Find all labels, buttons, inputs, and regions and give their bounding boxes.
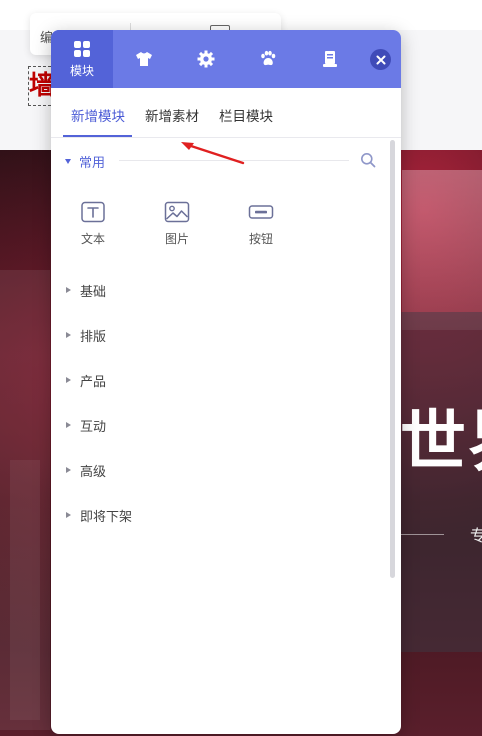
building-pediment: [402, 170, 482, 330]
tool-button-label: 按钮: [248, 232, 273, 246]
category-basic-label: 基础: [80, 284, 107, 300]
tab-effects[interactable]: [237, 30, 299, 88]
panel-scrollbar[interactable]: [390, 140, 395, 578]
category-deprecated[interactable]: 即将下架: [66, 505, 132, 525]
category-advanced-label: 高级: [80, 464, 107, 480]
text-icon: [81, 201, 105, 223]
tool-text-label: 文本: [80, 232, 105, 246]
hero-title: 世界: [400, 403, 482, 480]
image-icon: [164, 201, 190, 223]
tab-settings[interactable]: [175, 30, 237, 88]
tool-button[interactable]: 按钮: [236, 201, 286, 247]
category-layout[interactable]: 排版: [66, 325, 106, 345]
caret-right-icon: [66, 512, 71, 518]
category-layout-label: 排版: [80, 329, 107, 345]
category-common-label: 常用: [79, 155, 106, 171]
tab-modules[interactable]: 模块: [51, 30, 113, 88]
annotation-arrow-icon: [181, 142, 245, 165]
panel-header: 模块: [51, 30, 401, 88]
category-interactive[interactable]: 互动: [66, 415, 106, 435]
close-button[interactable]: [370, 49, 391, 70]
caret-right-icon: [66, 377, 71, 383]
active-subtab-indicator: [63, 135, 132, 137]
category-deprecated-label: 即将下架: [80, 509, 133, 525]
category-advanced[interactable]: 高级: [66, 460, 106, 480]
tool-image[interactable]: 图片: [152, 201, 202, 247]
caret-right-icon: [66, 467, 71, 473]
shirt-icon: [136, 52, 152, 66]
building-window: [10, 460, 40, 720]
caret-right-icon: [66, 287, 71, 293]
button-icon: [248, 205, 274, 219]
category-common-header[interactable]: 常用: [65, 151, 105, 171]
category-product-label: 产品: [80, 374, 107, 390]
module-panel: 模块 新增模块 新增素材 栏目模块 常用 文本 图片 按钮 基础 排版 产品 互…: [51, 30, 401, 734]
category-basic[interactable]: 基础: [66, 280, 106, 300]
book-icon: [323, 51, 337, 67]
paw-icon: [261, 50, 276, 66]
gear-icon: [197, 50, 215, 68]
tool-text[interactable]: 文本: [68, 201, 118, 247]
module-list: 常用 文本 图片 按钮 基础 排版 产品 互动 高级 即将下架: [51, 138, 401, 734]
hero-subtitle: 专: [470, 526, 482, 545]
search-icon[interactable]: [360, 152, 376, 168]
tab-pages[interactable]: [299, 30, 361, 88]
category-interactive-label: 互动: [80, 419, 107, 435]
caret-right-icon: [66, 332, 71, 338]
close-icon: [376, 55, 385, 64]
subtab-bar: 新增模块 新增素材 栏目模块: [51, 88, 401, 138]
subtab-column-module[interactable]: 栏目模块: [219, 105, 273, 125]
tool-image-label: 图片: [164, 232, 189, 246]
category-product[interactable]: 产品: [66, 370, 106, 390]
subtab-new-material[interactable]: 新增素材: [145, 105, 199, 125]
tab-modules-label: 模块: [69, 63, 94, 78]
subtab-new-module[interactable]: 新增模块: [71, 105, 125, 125]
caret-right-icon: [66, 422, 71, 428]
caret-down-icon: [65, 158, 71, 164]
tab-style[interactable]: [113, 30, 175, 88]
grid-icon: [74, 40, 90, 57]
